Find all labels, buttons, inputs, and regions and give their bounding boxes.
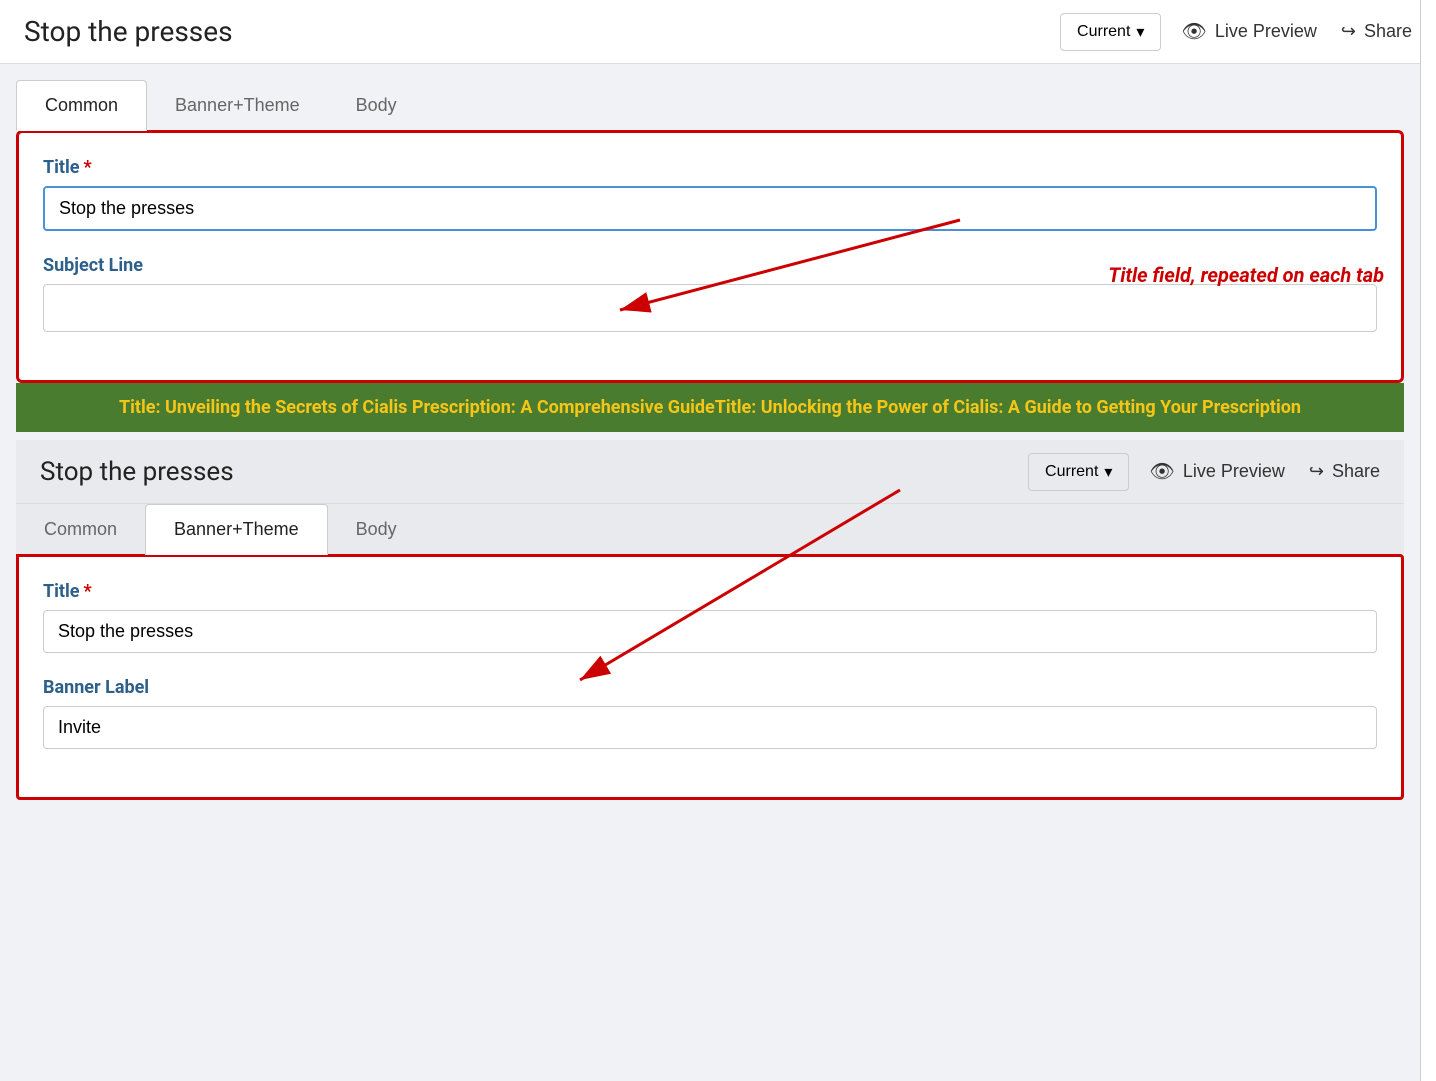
subject-line-label: Subject Line xyxy=(43,255,1377,276)
green-banner: Title: Unveiling the Secrets of Cialis P… xyxy=(16,383,1404,432)
title-input-2[interactable] xyxy=(43,610,1377,653)
live-preview-label-2: Live Preview xyxy=(1183,461,1285,482)
version-label-2: Current xyxy=(1045,463,1098,481)
tabs-bar-2: Common Banner+Theme Body xyxy=(16,504,1404,554)
form-panel-2: Title * Banner Label xyxy=(16,554,1404,800)
live-preview-button[interactable]: 👁 Live Preview xyxy=(1181,19,1316,44)
tab-banner-theme-1[interactable]: Banner+Theme xyxy=(147,80,328,130)
tab-body-1[interactable]: Body xyxy=(328,80,425,130)
tab-banner-theme-2[interactable]: Banner+Theme xyxy=(145,504,328,555)
tab-body-2-label: Body xyxy=(356,519,397,539)
tab-common-2[interactable]: Common xyxy=(16,504,145,554)
tab-common-1-label: Common xyxy=(45,95,118,115)
tab-body-2[interactable]: Body xyxy=(328,504,425,554)
chevron-down-icon: ▾ xyxy=(1136,22,1144,42)
panel-1: Common Banner+Theme Body Title * xyxy=(16,80,1404,383)
required-star-2: * xyxy=(84,581,92,602)
share-label-2: Share xyxy=(1332,461,1380,482)
panel-2: Common Banner+Theme Body Title * xyxy=(16,504,1404,800)
version-button[interactable]: Current ▾ xyxy=(1060,13,1161,51)
second-header: Stop the presses Current ▾ 👁 Live Previe… xyxy=(16,440,1404,504)
header-actions: 👁 Live Preview ↪ Share xyxy=(1181,19,1412,44)
title-label-2: Title * xyxy=(43,581,1377,602)
tab-banner-theme-1-label: Banner+Theme xyxy=(175,95,300,115)
page-title-2: Stop the presses xyxy=(40,457,1008,487)
live-preview-button-2[interactable]: 👁 Live Preview xyxy=(1149,459,1284,484)
share-icon: ↪ xyxy=(1341,21,1356,42)
header-actions-2: 👁 Live Preview ↪ Share xyxy=(1149,459,1380,484)
title-field-group-1: Title * xyxy=(43,157,1377,231)
banner-label-label: Banner Label xyxy=(43,677,1377,698)
title-field-group-2: Title * xyxy=(43,581,1377,653)
right-sidebar xyxy=(1420,0,1436,1081)
title-label-1: Title * xyxy=(43,157,1377,178)
tab-body-1-label: Body xyxy=(356,95,397,115)
green-banner-text: Title: Unveiling the Secrets of Cialis P… xyxy=(119,397,1301,418)
share-label: Share xyxy=(1364,21,1412,42)
banner-label-input[interactable] xyxy=(43,706,1377,749)
eye-icon-2: 👁 xyxy=(1149,459,1174,484)
tab-common-2-label: Common xyxy=(44,519,117,539)
share-button[interactable]: ↪ Share xyxy=(1341,21,1412,42)
banner-label-field-group: Banner Label xyxy=(43,677,1377,749)
tab-common-1[interactable]: Common xyxy=(16,80,147,131)
page-title: Stop the presses xyxy=(24,15,1040,48)
share-icon-2: ↪ xyxy=(1309,461,1324,482)
version-button-2[interactable]: Current ▾ xyxy=(1028,453,1129,491)
live-preview-label: Live Preview xyxy=(1215,21,1317,42)
tab-banner-theme-2-label: Banner+Theme xyxy=(174,519,299,539)
form-panel-1: Title * Subject Line xyxy=(16,130,1404,383)
eye-icon: 👁 xyxy=(1181,19,1206,44)
title-input-1[interactable] xyxy=(43,186,1377,231)
tabs-bar-1: Common Banner+Theme Body xyxy=(16,80,1404,130)
required-star-1: * xyxy=(84,157,92,178)
share-button-2[interactable]: ↪ Share xyxy=(1309,461,1380,482)
chevron-down-icon-2: ▾ xyxy=(1104,462,1112,482)
subject-line-field-group: Subject Line xyxy=(43,255,1377,332)
version-label: Current xyxy=(1077,23,1130,41)
subject-line-input[interactable] xyxy=(43,284,1377,332)
top-header: Stop the presses Current ▾ 👁 Live Previe… xyxy=(0,0,1436,64)
